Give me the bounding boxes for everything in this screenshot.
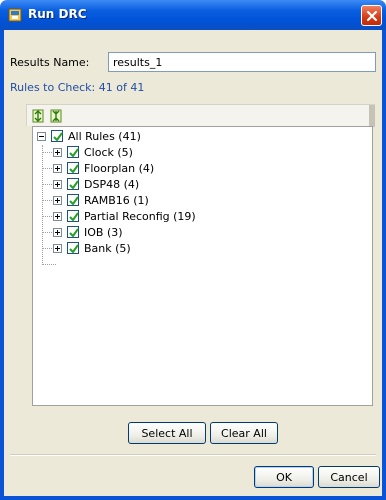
window-title: Run DRC — [28, 7, 87, 21]
clear-all-button[interactable]: Clear All — [210, 422, 278, 444]
collapse-toggle-icon[interactable] — [37, 131, 46, 141]
title-bar[interactable]: Run DRC — [0, 0, 386, 30]
expand-toggle-icon[interactable] — [53, 211, 62, 221]
tree-item-ramb16[interactable]: RAMB16 (1) — [53, 192, 149, 208]
expand-toggle-icon[interactable] — [53, 195, 62, 205]
tree-root[interactable]: All Rules (41) — [37, 128, 141, 144]
divider — [10, 454, 376, 456]
rules-tree[interactable]: All Rules (41) Clock (5) Floorplan (4) D… — [32, 126, 373, 406]
expand-toggle-icon[interactable] — [53, 147, 62, 157]
tree-item-floorplan[interactable]: Floorplan (4) — [53, 160, 154, 176]
tree-item-label: IOB (3) — [84, 225, 123, 239]
checkmark-icon — [69, 180, 79, 190]
close-icon — [366, 10, 378, 22]
checkbox[interactable] — [67, 194, 79, 206]
rules-to-check-label: Rules to Check: 41 of 41 — [10, 81, 145, 94]
expand-toggle-icon[interactable] — [53, 179, 62, 189]
app-icon — [8, 7, 24, 23]
tree-item-label: Bank (5) — [84, 241, 131, 255]
tree-item-dsp48[interactable]: DSP48 (4) — [53, 176, 139, 192]
tree-root-label: All Rules (41) — [68, 129, 141, 143]
checkbox[interactable] — [67, 178, 79, 190]
select-all-button[interactable]: Select All — [128, 422, 206, 444]
expand-toggle-icon[interactable] — [53, 227, 62, 237]
expand-all-icon[interactable] — [30, 108, 46, 124]
checkbox[interactable] — [67, 242, 79, 254]
checkbox[interactable] — [51, 130, 63, 142]
checkmark-icon — [53, 132, 63, 142]
checkbox[interactable] — [67, 210, 79, 222]
tree-item-label: RAMB16 (1) — [84, 193, 149, 207]
results-name-label: Results Name: — [10, 56, 90, 69]
tree-item-label: Clock (5) — [84, 145, 133, 159]
tree-item-label: Partial Reconfig (19) — [84, 209, 196, 223]
cancel-button[interactable]: Cancel — [318, 466, 380, 488]
results-name-input[interactable] — [108, 52, 376, 72]
checkmark-icon — [69, 212, 79, 222]
dialog-body: Results Name: Rules to Check: 41 of 41 — [4, 30, 382, 496]
tree-item-partial-reconfig[interactable]: Partial Reconfig (19) — [53, 208, 196, 224]
checkmark-icon — [69, 196, 79, 206]
tree-item-iob[interactable]: IOB (3) — [53, 224, 123, 240]
tree-toolbar — [26, 104, 375, 127]
checkbox[interactable] — [67, 146, 79, 158]
expand-toggle-icon[interactable] — [53, 243, 62, 253]
tree-guide-line — [42, 145, 43, 265]
tree-guide-line — [42, 264, 56, 265]
close-button[interactable] — [361, 5, 382, 26]
checkbox[interactable] — [67, 162, 79, 174]
expand-toggle-icon[interactable] — [53, 163, 62, 173]
tree-item-bank[interactable]: Bank (5) — [53, 240, 131, 256]
collapse-all-icon[interactable] — [48, 108, 64, 124]
toolbar-divider — [369, 105, 375, 127]
checkmark-icon — [69, 228, 79, 238]
tree-item-label: DSP48 (4) — [84, 177, 140, 191]
checkmark-icon — [69, 148, 79, 158]
checkmark-icon — [69, 164, 79, 174]
tree-item-label: Floorplan (4) — [84, 161, 155, 175]
ok-button[interactable]: OK — [254, 466, 314, 488]
checkbox[interactable] — [67, 226, 79, 238]
tree-item-clock[interactable]: Clock (5) — [53, 144, 133, 160]
checkmark-icon — [69, 244, 79, 254]
